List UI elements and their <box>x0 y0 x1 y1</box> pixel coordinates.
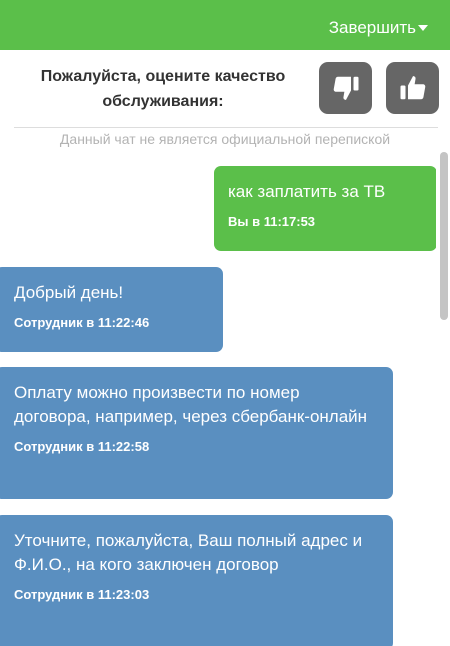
message-meta: Сотрудник в 11:22:46 <box>14 315 150 330</box>
message-agent: Уточните, пожалуйста, Ваш полный адрес и… <box>0 515 393 646</box>
message-text: Уточните, пожалуйста, Ваш полный адрес и… <box>14 531 363 574</box>
message-agent: Добрый день! Сотрудник в 11:22:46 <box>0 267 223 352</box>
thumbs-up-icon <box>400 76 425 100</box>
end-chat-button[interactable]: Завершить <box>329 18 428 38</box>
end-chat-label: Завершить <box>328 18 416 37</box>
message-user: как заплатить за ТВ Вы в 11:17:53 <box>214 166 437 251</box>
dislike-button[interactable] <box>319 62 372 114</box>
message-meta: Вы в 11:17:53 <box>228 214 316 229</box>
message-meta: Сотрудник в 11:23:03 <box>14 587 150 602</box>
message-list[interactable]: как заплатить за ТВ Вы в 11:17:53 Добрый… <box>0 152 450 646</box>
message-text: Добрый день! <box>14 283 124 302</box>
chat-header: Завершить <box>0 0 450 50</box>
scrollbar[interactable] <box>436 150 450 646</box>
like-button[interactable] <box>386 62 439 114</box>
scrollbar-thumb[interactable] <box>440 152 448 320</box>
message-meta: Сотрудник в 11:22:58 <box>14 439 150 454</box>
thumbs-down-icon <box>333 76 358 100</box>
unofficial-chat-notice: Данный чат не является официальной переп… <box>59 131 391 147</box>
caret-down-icon <box>418 25 428 31</box>
rating-panel: Пожалуйста, оцените качество обслуживани… <box>0 50 450 128</box>
message-text: как заплатить за ТВ <box>228 182 386 201</box>
divider <box>14 127 438 128</box>
message-text: Оплату можно произвести по номер договор… <box>14 383 368 426</box>
message-agent: Оплату можно произвести по номер договор… <box>0 367 393 499</box>
rating-prompt: Пожалуйста, оцените качество обслуживани… <box>40 68 286 110</box>
